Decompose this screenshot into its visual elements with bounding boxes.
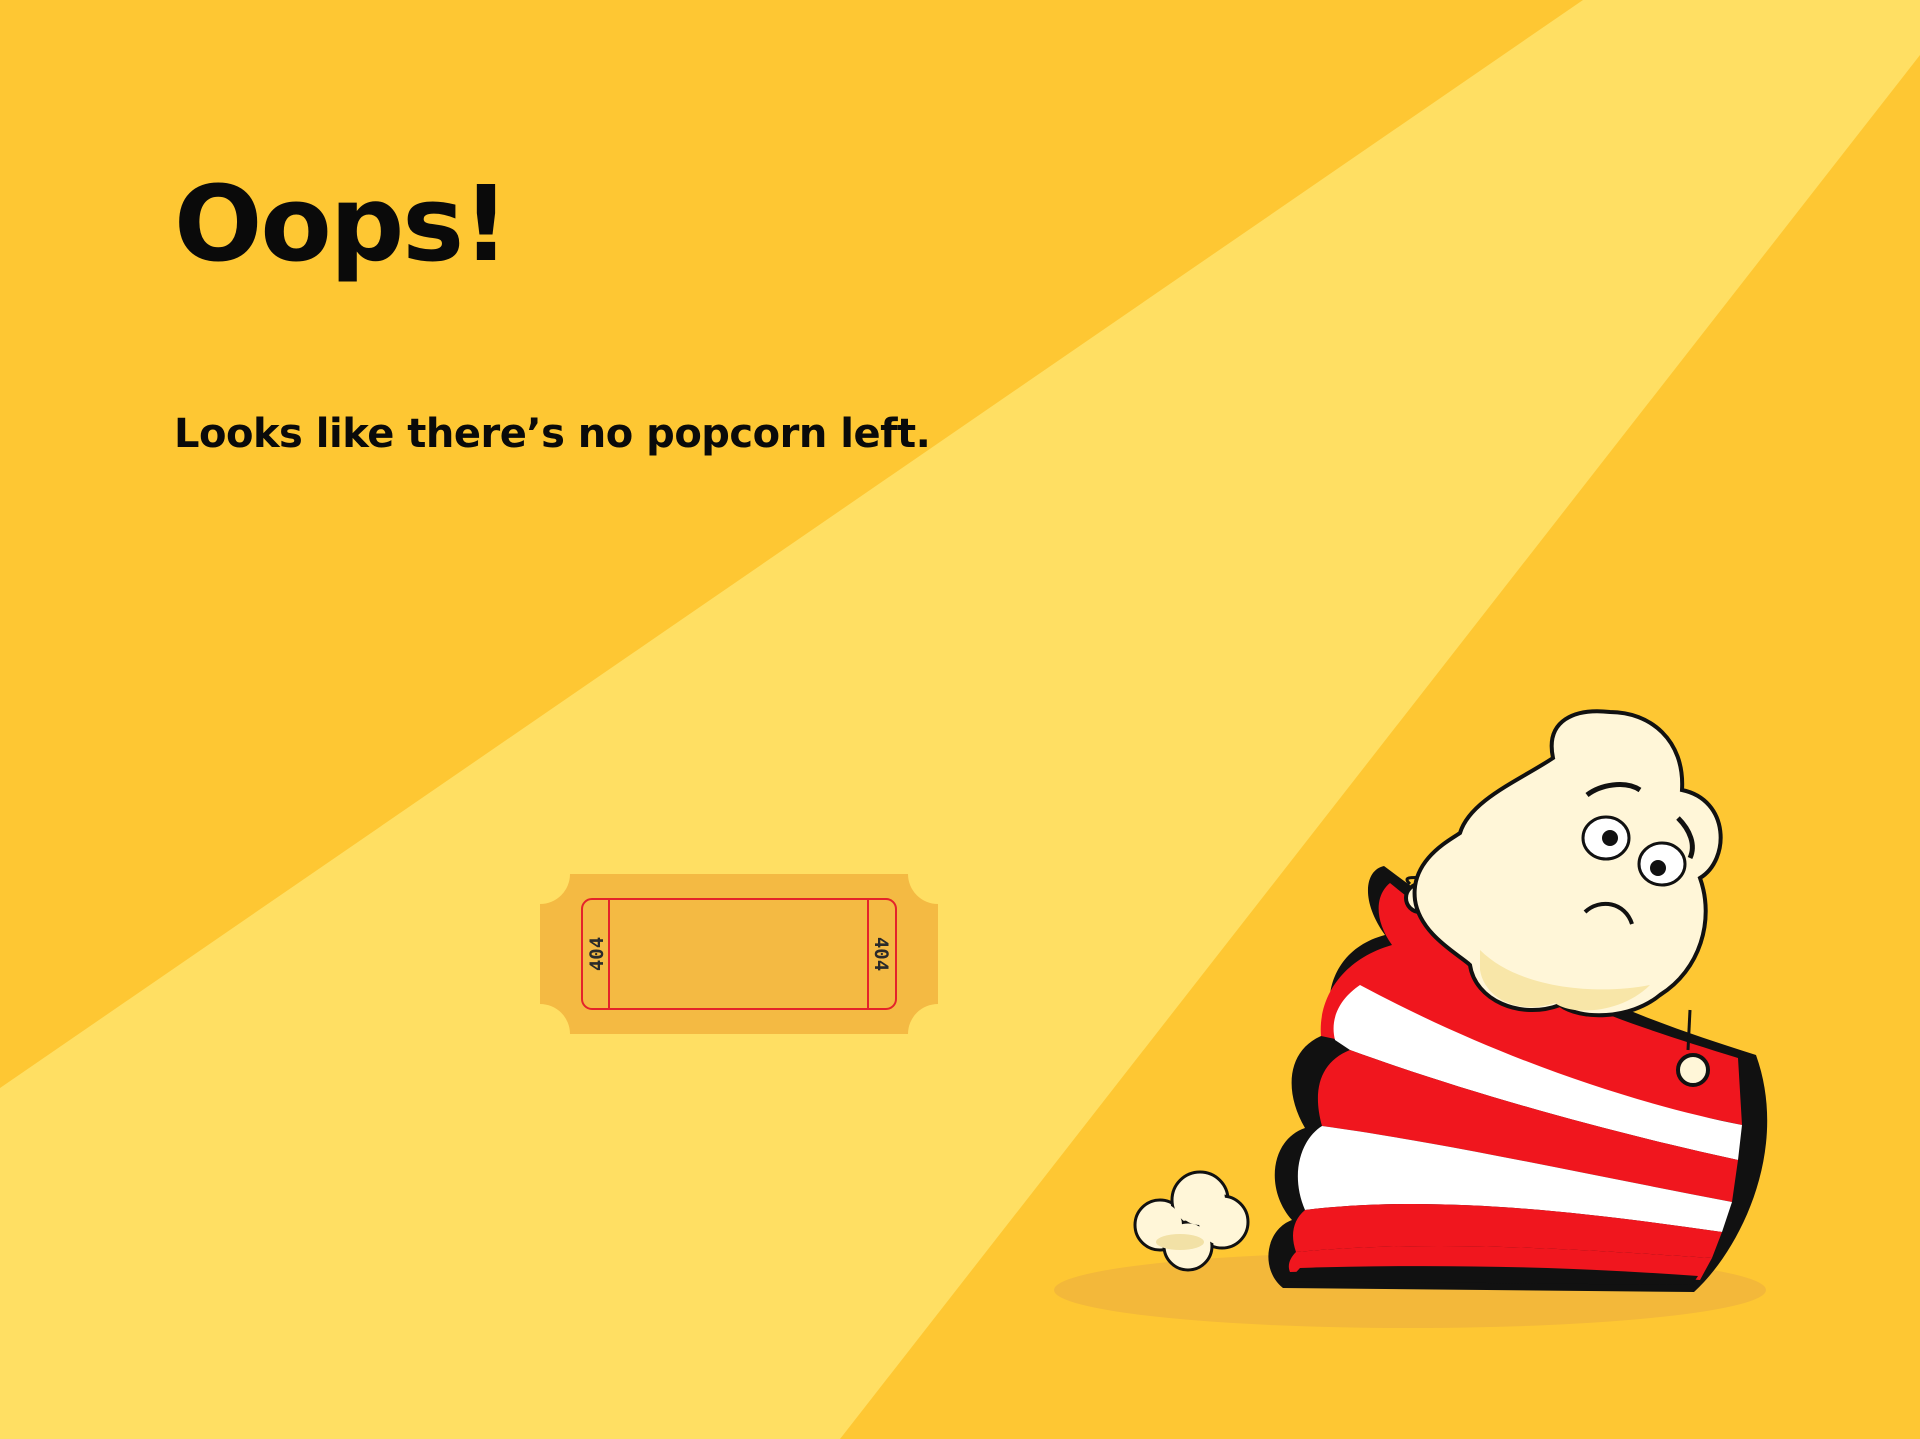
popcorn-kernel-icon: [1133, 1170, 1250, 1272]
error-message: Looks like there’s no popcorn left.: [174, 411, 931, 457]
ticket-code-right: 404: [870, 937, 892, 971]
page-title: Oops!: [174, 163, 510, 285]
ticket-icon: 404 404: [540, 874, 938, 1034]
popcorn-scene: [1054, 709, 1768, 1328]
ticket-code-left: 404: [586, 937, 608, 971]
